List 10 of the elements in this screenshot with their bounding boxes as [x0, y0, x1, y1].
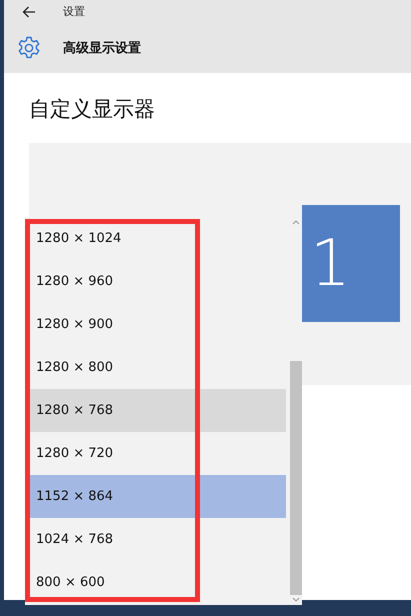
gear-icon	[17, 36, 41, 60]
scroll-up-icon[interactable]	[292, 219, 300, 225]
page-title: 高级显示设置	[63, 40, 141, 58]
monitor-tile[interactable]: 1	[302, 205, 400, 322]
scroll-down-icon[interactable]	[292, 597, 300, 603]
section-heading: 自定义显示器	[29, 96, 156, 123]
resolution-option[interactable]: 1280 × 768	[27, 389, 286, 432]
resolution-option[interactable]: 1152 × 864	[27, 475, 286, 518]
back-button[interactable]	[21, 4, 37, 20]
window-title: 设置	[63, 4, 85, 20]
